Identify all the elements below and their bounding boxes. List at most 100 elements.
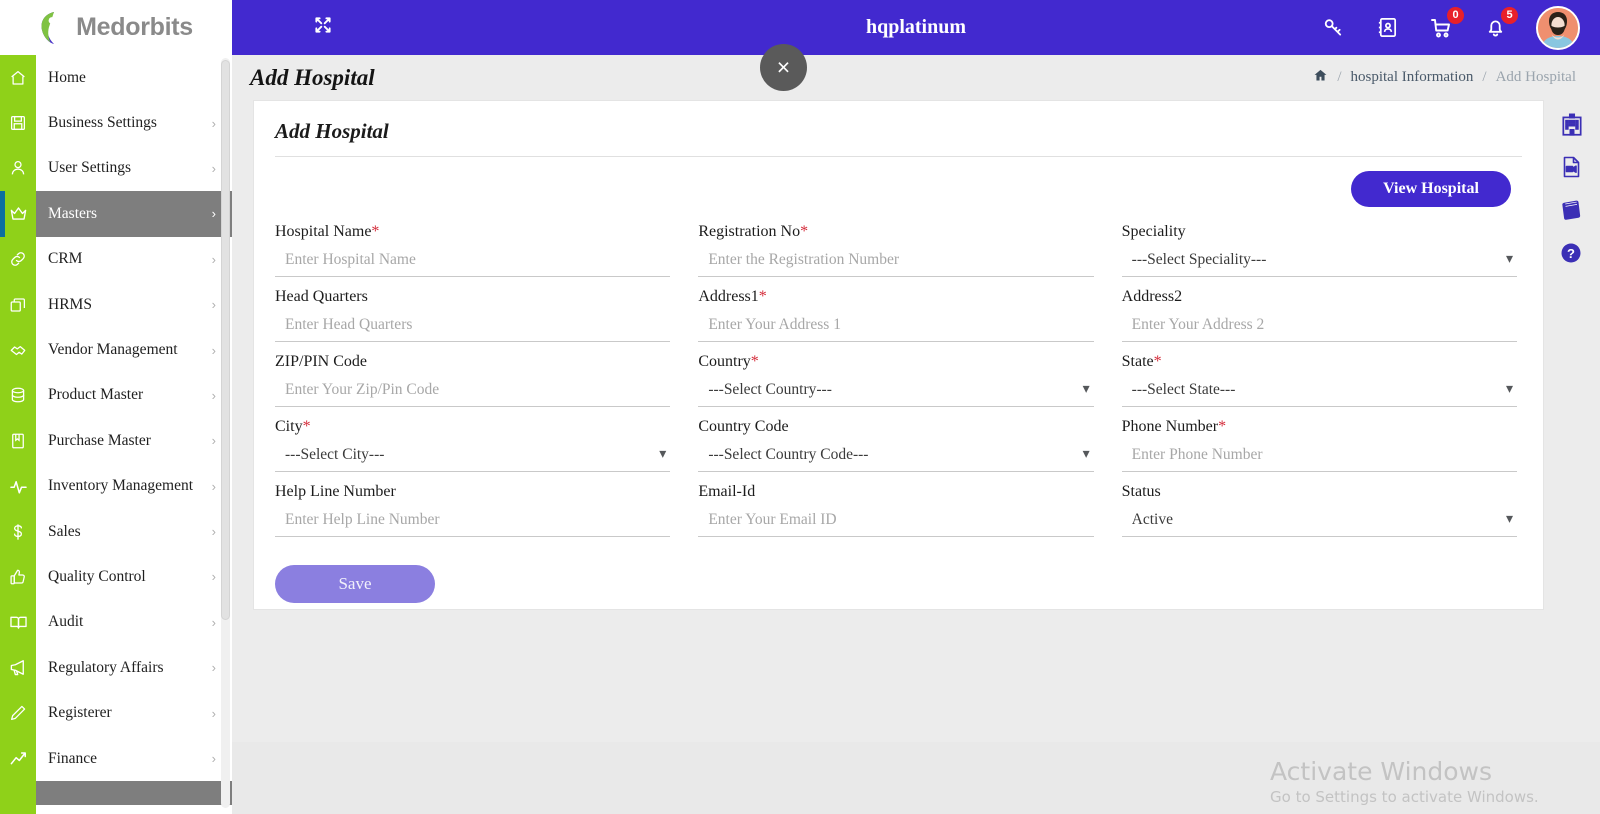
- select-country-code[interactable]: [698, 443, 1094, 472]
- field-state: State* ▾: [1121, 353, 1517, 418]
- pencil-icon[interactable]: [0, 690, 36, 735]
- view-hospital-button[interactable]: View Hospital: [1351, 171, 1511, 207]
- thumbs-up-icon[interactable]: [0, 554, 36, 599]
- activate-windows-watermark: Activate Windows Go to Settings to activ…: [1270, 757, 1539, 807]
- label-text: Registration No: [698, 223, 801, 240]
- select-speciality[interactable]: [1121, 248, 1517, 277]
- database-icon[interactable]: [0, 373, 36, 418]
- input-phone-number[interactable]: [1121, 443, 1517, 472]
- select-country[interactable]: [698, 378, 1094, 407]
- field-country: Country* ▾: [698, 353, 1094, 418]
- app-root: hqplatinum 0 5 × Add Hospital / hospital…: [0, 0, 1600, 814]
- video-file-icon[interactable]: [1559, 155, 1585, 181]
- home-icon[interactable]: [0, 55, 36, 100]
- card-actions: View Hospital: [254, 157, 1543, 207]
- book-icon[interactable]: [0, 418, 36, 463]
- sidebar-item-sales[interactable]: Sales ›: [36, 509, 232, 554]
- sidebar-item-home[interactable]: Home: [36, 55, 232, 100]
- sidebar-item-inventory-management[interactable]: Inventory Management ›: [36, 464, 232, 509]
- pulse-icon[interactable]: [0, 464, 36, 509]
- sidebar-item-quality-control[interactable]: Quality Control ›: [36, 554, 232, 599]
- watermark-line-2: Go to Settings to activate Windows.: [1270, 788, 1539, 806]
- label-registration-no: Registration No*: [698, 223, 1093, 241]
- page-title: Add Hospital: [250, 64, 375, 90]
- sidebar-item-masters[interactable]: Masters ›: [36, 191, 232, 237]
- close-button[interactable]: ×: [760, 44, 807, 91]
- key-icon[interactable]: [1320, 15, 1346, 41]
- field-country-code: Country Code ▾: [698, 418, 1094, 483]
- cart-icon[interactable]: 0: [1428, 5, 1465, 41]
- label-text: Email-Id: [698, 483, 756, 500]
- hospital-building-icon[interactable]: [1559, 112, 1585, 138]
- select-status[interactable]: [1121, 508, 1517, 537]
- expand-arrows-icon[interactable]: [313, 15, 333, 41]
- sidebar-item-registerer[interactable]: Registerer ›: [36, 690, 232, 735]
- label-address2: Address2: [1122, 288, 1517, 306]
- field-speciality: Speciality ▾: [1121, 223, 1517, 288]
- sidebar-item-business-settings[interactable]: Business Settings ›: [36, 100, 232, 145]
- link-icon[interactable]: [0, 237, 36, 282]
- hospital-form: Hospital Name*Registration No*Speciality…: [254, 207, 1543, 548]
- sidebar-scrollbar-thumb[interactable]: [221, 60, 230, 620]
- breadcrumb-parent[interactable]: hospital Information: [1351, 69, 1474, 86]
- sidebar-item-crm[interactable]: CRM ›: [36, 237, 232, 282]
- input-address1[interactable]: [698, 313, 1094, 342]
- field-hospital-name: Hospital Name*: [275, 223, 671, 288]
- book-icon[interactable]: [1559, 198, 1585, 224]
- sidebar-scrollbar[interactable]: [221, 58, 230, 808]
- input-address2[interactable]: [1121, 313, 1517, 342]
- bell-icon[interactable]: 5: [1482, 5, 1519, 41]
- brand-logo[interactable]: Medorbits: [0, 0, 232, 55]
- contacts-book-icon[interactable]: [1374, 15, 1400, 41]
- input-hospital-name[interactable]: [275, 248, 671, 277]
- handshake-icon[interactable]: [0, 327, 36, 372]
- sidebar-item-user-settings[interactable]: User Settings ›: [36, 146, 232, 191]
- watermark-line-1: Activate Windows: [1270, 757, 1492, 786]
- right-rail: ?: [1544, 100, 1600, 280]
- required-asterisk: *: [758, 288, 767, 305]
- save-row: Save: [254, 548, 1543, 603]
- sidebar-item-finance[interactable]: Finance ›: [36, 736, 232, 781]
- label-zip-pin-code: ZIP/PIN Code: [275, 353, 670, 371]
- field-email-id: Email-Id: [698, 483, 1094, 548]
- open-book-icon[interactable]: [0, 600, 36, 645]
- sidebar-item-audit[interactable]: Audit ›: [36, 600, 232, 645]
- crown-icon[interactable]: [0, 191, 36, 237]
- save-button[interactable]: Save: [275, 565, 435, 603]
- input-help-line-number[interactable]: [275, 508, 671, 537]
- breadcrumb-current: Add Hospital: [1495, 69, 1576, 85]
- breadcrumb-separator-2: /: [1482, 69, 1487, 85]
- select-wrapper-speciality: ▾: [1121, 248, 1517, 277]
- help-circle-icon[interactable]: ?: [1559, 241, 1585, 267]
- sidebar-item-label: Sales: [48, 522, 81, 540]
- hamburger-icon[interactable]: [249, 22, 271, 33]
- sidebar-nav: Home Business Settings › User Settings › Mast…: [36, 55, 232, 814]
- input-head-quarters[interactable]: [275, 313, 671, 342]
- sidebar-item-label: Inventory Management: [48, 477, 194, 495]
- select-wrapper-country-code: ▾: [698, 443, 1094, 472]
- megaphone-icon[interactable]: [0, 645, 36, 690]
- sidebar-item-regulatory-affairs[interactable]: Regulatory Affairs ›: [36, 645, 232, 690]
- sidebar-item-hrms[interactable]: HRMS ›: [36, 282, 232, 327]
- select-city[interactable]: [275, 443, 671, 472]
- breadcrumb-home-icon[interactable]: [1313, 68, 1328, 88]
- sidebar-item-product-master[interactable]: Product Master ›: [36, 373, 232, 418]
- label-text: Status: [1121, 483, 1161, 500]
- chart-line-icon[interactable]: [0, 736, 36, 781]
- layers-icon[interactable]: [0, 282, 36, 327]
- sidebar-item-purchase-master[interactable]: Purchase Master ›: [36, 418, 232, 463]
- sidebar-item-vendor-management[interactable]: Vendor Management ›: [36, 327, 232, 372]
- sidebar-item-label: CRM: [48, 250, 83, 268]
- sidebar-item-partial[interactable]: [36, 781, 232, 806]
- chevron-right-icon: ›: [211, 160, 216, 176]
- avatar[interactable]: [1536, 5, 1580, 50]
- user-icon[interactable]: [0, 146, 36, 191]
- dollar-icon[interactable]: [0, 509, 36, 554]
- input-zip-pin-code[interactable]: [275, 378, 671, 407]
- field-help-line-number: Help Line Number: [275, 483, 671, 548]
- input-email-id[interactable]: [698, 508, 1094, 537]
- save-icon[interactable]: [0, 100, 36, 145]
- input-registration-no[interactable]: [698, 248, 1094, 277]
- cart-badge: 0: [1446, 5, 1465, 25]
- select-state[interactable]: [1121, 378, 1517, 407]
